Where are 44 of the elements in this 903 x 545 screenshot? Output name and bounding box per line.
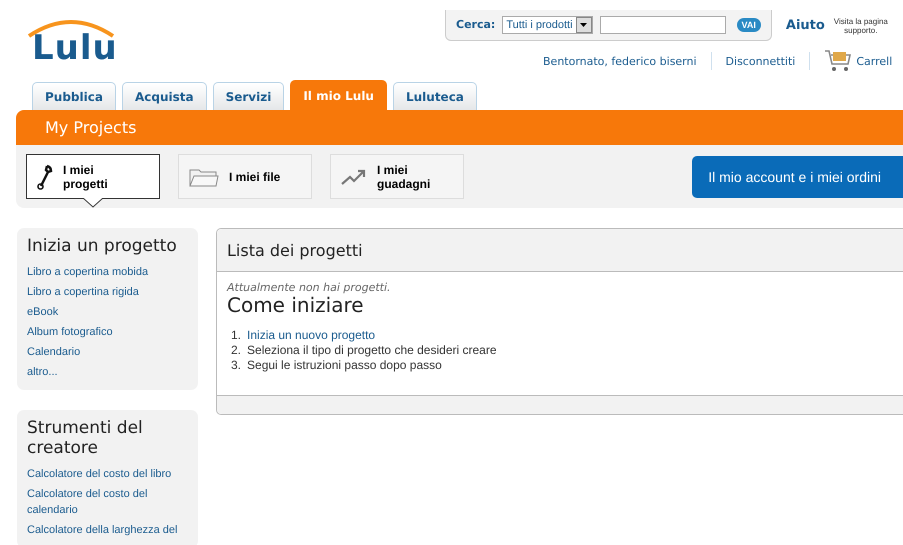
folder-icon (189, 166, 219, 186)
step-link[interactable]: Inizia un nuovo progetto (247, 328, 376, 343)
trend-icon (341, 168, 367, 186)
sidebar-link[interactable]: Libro a copertina rigida (27, 284, 188, 300)
pointer-icon (83, 198, 103, 208)
user-link[interactable]: Bentornato, federico biserni (543, 54, 697, 68)
section-title: My Projects (45, 118, 136, 137)
nav-tab[interactable]: Pubblica (32, 82, 116, 110)
panel-title: Lista dei progetti (227, 240, 363, 260)
nav-tab[interactable]: Luluteca (392, 82, 477, 110)
subnav-tab[interactable]: I miei guadagni (330, 154, 464, 199)
sidebar-link[interactable]: altro... (27, 364, 188, 380)
step-text: Seleziona il tipo di progetto che desideri creare (247, 343, 496, 358)
step-number: 1. (231, 328, 242, 343)
sidebar-link[interactable]: eBook (27, 304, 188, 320)
sidebar-title: Strumenti del creatore (27, 418, 144, 458)
nav-tab[interactable]: Acquista (122, 82, 207, 110)
support-link[interactable]: Visita la pagina supporto. (830, 17, 891, 35)
subnav-tab[interactable]: I miei file (178, 154, 312, 199)
search-label: Cerca: (456, 18, 496, 31)
step-number: 3. (231, 358, 242, 373)
section-heading: Come iniziare (227, 294, 364, 316)
sidebar-link[interactable]: Calcolatore del costo del libro (27, 466, 188, 482)
step-number: 2. (231, 343, 242, 358)
lulu-logo[interactable]: Lulu (26, 16, 116, 70)
user-link[interactable]: Carrell (856, 54, 892, 68)
scope-dropdown[interactable]: Tutti i prodotti (502, 16, 593, 34)
step-text: Segui le istruzioni passo dopo passo (247, 358, 442, 373)
dropdown-arrow-icon (580, 22, 588, 26)
sidebar-title: Inizia un progetto (27, 236, 178, 256)
sidebar-link[interactable]: Calendario (27, 344, 188, 360)
account-button[interactable]: Il mio account e i miei ordini (692, 156, 903, 198)
nav-tab[interactable]: Servizi (212, 82, 284, 110)
help-link[interactable]: Aiuto (786, 18, 825, 32)
wrench-icon (37, 164, 53, 190)
search-button[interactable]: VAI (736, 18, 761, 32)
notice-text: Attualmente non hai progetti. (227, 281, 392, 294)
cart-icon[interactable] (824, 49, 852, 73)
user-link[interactable]: Disconnettiti (726, 54, 796, 68)
sidebar-link[interactable]: Calcolatore del costo del calendario (27, 486, 188, 518)
search-field[interactable] (600, 16, 726, 34)
sidebar-link[interactable]: Album fotografico (27, 324, 188, 340)
sidebar-link[interactable]: Calcolatore della larghezza del (27, 522, 188, 538)
sidebar-link[interactable]: Libro a copertina mobida (27, 264, 188, 280)
